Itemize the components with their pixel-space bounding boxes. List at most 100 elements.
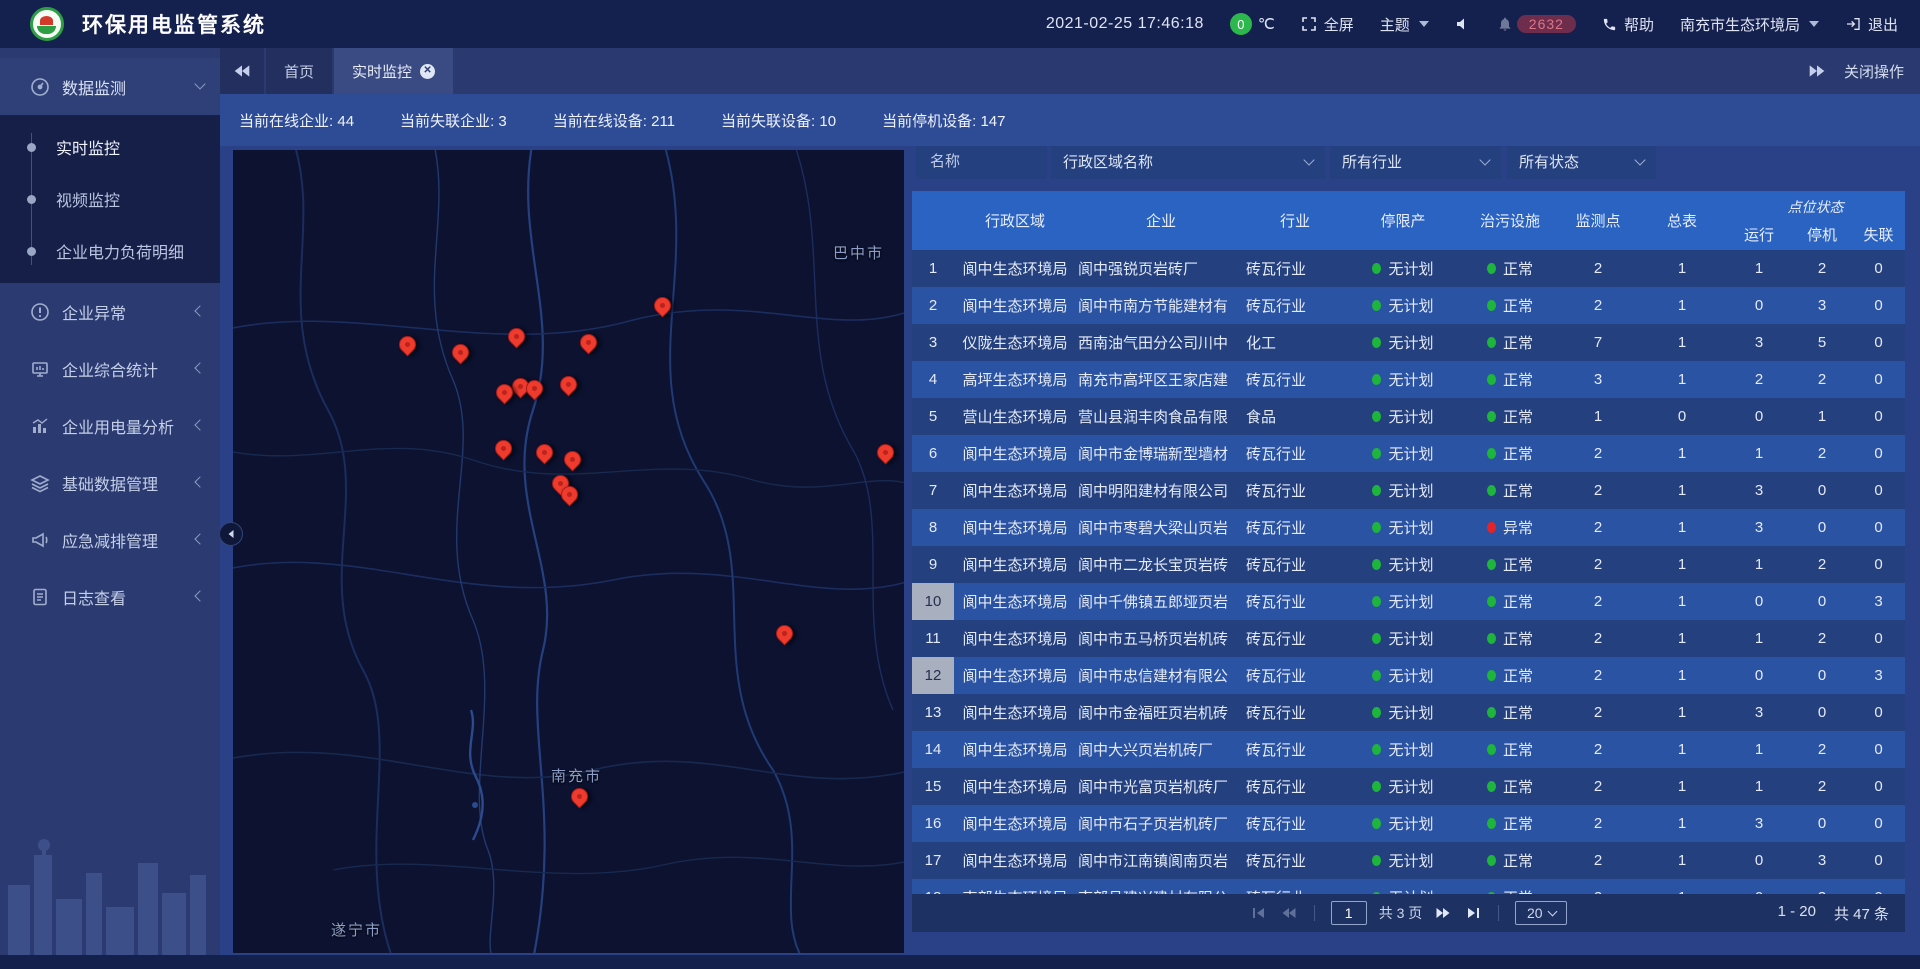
notification-widget[interactable]: 2632: [1497, 15, 1576, 33]
sidebar-item-data-monitoring[interactable]: 数据监测: [0, 58, 220, 115]
range-label: 1 - 20: [1778, 903, 1816, 924]
divider: [1314, 905, 1315, 921]
pagination-summary: 1 - 20 共 47 条: [1778, 903, 1889, 924]
cell-company: 阆中市石子页岩机砖厂: [1076, 805, 1244, 842]
table-row[interactable]: 13 阆中生态环境局 阆中市金福旺页岩机砖 砖瓦行业 无计划 正常 2 1 3 …: [912, 694, 1905, 731]
cell-lost: 0: [1852, 472, 1905, 509]
table-row[interactable]: 1 阆中生态环境局 阆中强锐页岩砖厂 砖瓦行业 无计划 正常 2 1 1 2 0: [912, 250, 1905, 287]
region-filter-select[interactable]: 行政区域名称: [1051, 144, 1325, 179]
table-row[interactable]: 6 阆中生态环境局 阆中市金博瑞新型墙材 砖瓦行业 无计划 正常 2 1 1 2…: [912, 435, 1905, 472]
cell-lost: 0: [1852, 435, 1905, 472]
first-page-button[interactable]: [1250, 904, 1268, 922]
close-operations-button[interactable]: 关闭操作: [1844, 61, 1904, 82]
stat-item: 当前失联设备: 10: [721, 110, 836, 131]
column-header-stop-limit: 停限产: [1344, 191, 1462, 250]
table-body: 1 阆中生态环境局 阆中强锐页岩砖厂 砖瓦行业 无计划 正常 2 1 1 2 0…: [912, 250, 1905, 894]
status-dot: [1487, 744, 1496, 755]
sidebar-item-enterprise-abnormal[interactable]: 企业异常: [0, 283, 220, 340]
cell-lost: 0: [1852, 398, 1905, 435]
cell-stopped: 0: [1792, 694, 1852, 731]
table-row[interactable]: 8 阆中生态环境局 阆中市枣碧大梁山页岩 砖瓦行业 无计划 异常 2 1 3 0…: [912, 509, 1905, 546]
cell-stopped: 0: [1792, 583, 1852, 620]
tab-close-icon[interactable]: ✕: [420, 64, 435, 79]
table-row[interactable]: 7 阆中生态环境局 阆中明阳建材有限公司 砖瓦行业 无计划 正常 2 1 3 0…: [912, 472, 1905, 509]
table-row[interactable]: 3 仪陇生态环境局 西南油气田分公司川中 化工 无计划 正常 7 1 3 5 0: [912, 324, 1905, 361]
table-row[interactable]: 4 高坪生态环境局 南充市高坪区王家店建 砖瓦行业 无计划 正常 3 1 2 2…: [912, 361, 1905, 398]
table-row[interactable]: 9 阆中生态环境局 阆中市二龙长宝页岩砖 砖瓦行业 无计划 正常 2 1 1 2…: [912, 546, 1905, 583]
tabbar: 首页 实时监控 ✕ 关闭操作: [220, 48, 1920, 94]
cell-region: 阆中生态环境局: [954, 731, 1076, 768]
org-dropdown[interactable]: 南充市生态环境局: [1680, 14, 1819, 35]
cell-company: 阆中大兴页岩机砖厂: [1076, 731, 1244, 768]
sidebar-item-power-load-detail[interactable]: 企业电力负荷明细: [0, 225, 220, 277]
cell-industry: 砖瓦行业: [1244, 583, 1344, 620]
status-dot: [1487, 633, 1496, 644]
table-row[interactable]: 14 阆中生态环境局 阆中大兴页岩机砖厂 砖瓦行业 无计划 正常 2 1 1 2…: [912, 731, 1905, 768]
cell-company: 阆中市枣碧大梁山页岩: [1076, 509, 1244, 546]
cell-stop-limit: 无计划: [1344, 842, 1462, 879]
table-row[interactable]: 11 阆中生态环境局 阆中市五马桥页岩机砖 砖瓦行业 无计划 正常 2 1 1 …: [912, 620, 1905, 657]
tab-home[interactable]: 首页: [266, 48, 332, 94]
name-filter[interactable]: [916, 144, 1047, 179]
table-row[interactable]: 5 营山生态环境局 营山县润丰肉食品有限 食品 无计划 正常 1 0 0 1 0: [912, 398, 1905, 435]
map-collapse-button[interactable]: [219, 522, 243, 546]
page-input[interactable]: [1331, 901, 1367, 925]
cell-industry: 砖瓦行业: [1244, 361, 1344, 398]
sidebar-item-log-view[interactable]: 日志查看: [0, 568, 220, 625]
cell-stopped: 2: [1792, 250, 1852, 287]
table-row[interactable]: 12 阆中生态环境局 阆中市忠信建材有限公 砖瓦行业 无计划 正常 2 1 0 …: [912, 657, 1905, 694]
document-icon: [30, 587, 50, 607]
table-row[interactable]: 2 阆中生态环境局 阆中市南方节能建材有 砖瓦行业 无计划 正常 2 1 0 3…: [912, 287, 1905, 324]
cell-running: 0: [1726, 398, 1792, 435]
cell-pollution-facility: 正常: [1462, 250, 1558, 287]
row-number: 5: [912, 398, 954, 435]
last-page-button[interactable]: [1464, 904, 1482, 922]
row-number: 12: [912, 657, 954, 694]
name-filter-input[interactable]: [928, 152, 1035, 171]
double-chevron-right-icon[interactable]: [1808, 62, 1826, 80]
table-row[interactable]: 18 南部生态环境局 南部县建兴建材有限公 砖瓦行业 无计划 正常 2 1 0 …: [912, 879, 1905, 894]
help-button[interactable]: 帮助: [1602, 14, 1654, 35]
theme-dropdown[interactable]: 主题: [1380, 14, 1429, 35]
column-header-pollution-facility: 治污设施: [1462, 191, 1558, 250]
sidebar-item-power-analysis[interactable]: 企业用电量分析: [0, 397, 220, 454]
table-row[interactable]: 17 阆中生态环境局 阆中市江南镇阆南页岩 砖瓦行业 无计划 正常 2 1 0 …: [912, 842, 1905, 879]
table-row[interactable]: 16 阆中生态环境局 阆中市石子页岩机砖厂 砖瓦行业 无计划 正常 2 1 3 …: [912, 805, 1905, 842]
table-row[interactable]: 15 阆中生态环境局 阆中市光富页岩机砖厂 砖瓦行业 无计划 正常 2 1 1 …: [912, 768, 1905, 805]
tab-realtime-monitor[interactable]: 实时监控 ✕: [334, 48, 453, 94]
cell-monitor-points: 2: [1558, 879, 1638, 894]
chevron-left-icon: [194, 362, 205, 373]
industry-filter-select[interactable]: 所有行业: [1330, 144, 1501, 179]
table-row[interactable]: 10 阆中生态环境局 阆中千佛镇五郎垭页岩 砖瓦行业 无计划 正常 2 1 0 …: [912, 583, 1905, 620]
exit-icon: [1845, 16, 1861, 32]
sidebar-submenu: 实时监控 视频监控 企业电力负荷明细: [0, 115, 220, 283]
sidebar-item-video-monitor[interactable]: 视频监控: [0, 173, 220, 225]
fullscreen-button[interactable]: 全屏: [1301, 14, 1354, 35]
mute-button[interactable]: [1455, 16, 1471, 32]
sidebar-item-enterprise-statistics[interactable]: 企业综合统计: [0, 340, 220, 397]
status-dot: [1372, 855, 1381, 866]
logout-button[interactable]: 退出: [1845, 14, 1898, 35]
column-header-index: [912, 191, 954, 250]
cell-total-meters: 1: [1638, 842, 1726, 879]
cell-stop-limit: 无计划: [1344, 620, 1462, 657]
tabs-scroll-left-button[interactable]: [220, 48, 264, 94]
row-number: 2: [912, 287, 954, 324]
chevron-down-icon: [1303, 154, 1314, 165]
next-page-button[interactable]: [1434, 904, 1452, 922]
sidebar-item-realtime-monitor[interactable]: 实时监控: [0, 121, 220, 173]
status-filter-select[interactable]: 所有状态: [1507, 144, 1656, 179]
status-dot: [1487, 485, 1496, 496]
sidebar-item-base-data[interactable]: 基础数据管理: [0, 454, 220, 511]
total-count-label: 共 47 条: [1834, 903, 1889, 924]
cell-stop-limit: 无计划: [1344, 398, 1462, 435]
page-size-select[interactable]: 20: [1515, 901, 1567, 925]
map[interactable]: 巴中市南充市遂宁市: [233, 150, 904, 953]
chevron-left-icon: [226, 529, 236, 539]
prev-page-button[interactable]: [1280, 904, 1298, 922]
cell-stop-limit: 无计划: [1344, 509, 1462, 546]
sidebar-item-emergency-reduction[interactable]: 应急减排管理: [0, 511, 220, 568]
column-header-industry: 行业: [1244, 191, 1344, 250]
cell-company: 南充市高坪区王家店建: [1076, 361, 1244, 398]
column-header-region: 行政区域: [954, 191, 1076, 250]
